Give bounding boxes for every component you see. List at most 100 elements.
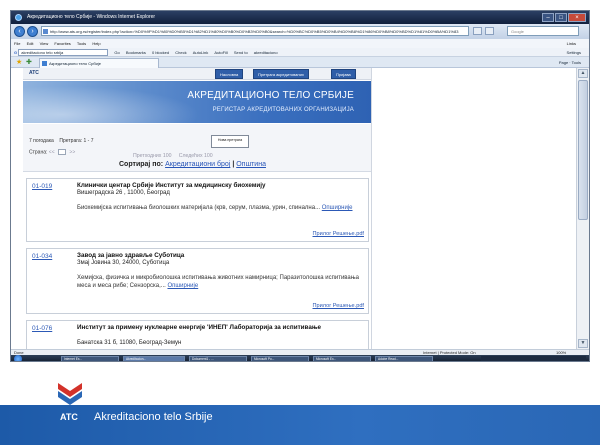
toolbar-blocked[interactable]: 0 blocked: [152, 50, 169, 55]
sort-separator: |: [232, 161, 235, 168]
menu-edit[interactable]: Edit: [27, 41, 34, 46]
window-title: Акредитационо тело Србије - Windows Inte…: [27, 14, 156, 20]
system-tray[interactable]: [481, 356, 586, 361]
next-100-link[interactable]: Следећих 100: [179, 153, 213, 159]
record-name: Клинички центар Србије Институт за медиц…: [77, 182, 266, 189]
tab-current[interactable]: Акредитационо тело Србије: [39, 58, 159, 68]
scroll-thumb[interactable]: [578, 80, 588, 220]
record-attachment-link[interactable]: Прилог Решење.pdf: [313, 303, 364, 309]
menu-bar: File Edit View Favorites Tools Help Link…: [11, 39, 589, 48]
page-label: Страна:: [29, 149, 48, 156]
ie-logo-icon: [15, 14, 22, 21]
page-number-input[interactable]: [58, 149, 67, 155]
add-favorite-icon[interactable]: ✚: [26, 59, 33, 66]
taskbar-item-active[interactable]: Akreditacion...: [123, 356, 185, 361]
site-title: АКРЕДИТАЦИОНО ТЕЛО СРБИЈЕ: [187, 90, 354, 101]
record-name: Завод за јавно здравље Суботица: [77, 252, 185, 259]
taskbar-item[interactable]: Microsoft Ex...: [313, 356, 371, 361]
search-range-label: Претрага: 1 - 7: [59, 138, 94, 144]
toolbar-autolink[interactable]: AutoLink: [193, 50, 209, 55]
toolbar-go[interactable]: Go: [114, 50, 119, 55]
sort-label: Сортирај по:: [119, 161, 164, 168]
taskbar-item[interactable]: Microsoft Po...: [251, 356, 309, 361]
result-record: 01-019 Клинички центар Србије Институт з…: [26, 178, 369, 242]
page-prev-link[interactable]: <<: [49, 149, 55, 155]
scroll-up-icon[interactable]: ▲: [578, 69, 588, 78]
start-button-icon[interactable]: [14, 355, 22, 361]
browser-screenshot: Акредитационо тело Србије - Windows Inte…: [10, 10, 590, 362]
record-description-text: Хемијска, физичка и микробиолошка испити…: [77, 275, 359, 289]
refresh-icon[interactable]: [473, 27, 482, 35]
page-next-link[interactable]: >>: [69, 149, 75, 155]
record-name: Институт за примену нуклеарне енергије '…: [77, 324, 322, 331]
toolbar-sendto[interactable]: Send to: [234, 50, 248, 55]
toolbar-check[interactable]: Check: [175, 50, 186, 55]
record-code-link[interactable]: 01-034: [32, 253, 52, 260]
google-logo: G: [14, 50, 18, 55]
command-bar[interactable]: Page · Tools: [559, 57, 581, 68]
record-attachment-link[interactable]: Прилог Решење.pdf: [313, 231, 364, 237]
footer-org-name: Akreditaciono telo Srbije: [94, 411, 213, 423]
toolbar-autofill[interactable]: AutoFill: [214, 50, 227, 55]
site-logo[interactable]: ATC: [29, 70, 39, 76]
sort-by-number-link[interactable]: Акредитациони број: [165, 161, 230, 168]
record-description: Биохемијска испитивања биолошких материј…: [77, 204, 367, 212]
results-pager: 7 погодака Претрага: 1 - 7 Страна: << >>…: [23, 124, 371, 172]
record-description: Хемијска, физичка и микробиолошка испити…: [77, 274, 367, 290]
back-arrow-icon[interactable]: ‹: [14, 26, 25, 37]
toolbar-highlight[interactable]: akreditaciono: [254, 50, 278, 55]
nav-login[interactable]: Пријава: [331, 69, 356, 79]
toolbar-search-input[interactable]: akreditaciono telo srbija: [18, 49, 109, 56]
menu-favorites[interactable]: Favorites: [54, 41, 70, 46]
taskbar-item[interactable]: Internet Ex...: [61, 356, 119, 361]
prev-100-link[interactable]: Претходних 100: [133, 153, 172, 159]
address-bar: ‹ › http://www.ats.org.rs/register/index…: [11, 24, 589, 39]
forward-arrow-icon[interactable]: ›: [27, 26, 38, 37]
page-selector: Страна: << >>: [29, 149, 75, 155]
scroll-down-icon[interactable]: ▼: [578, 339, 588, 348]
tab-page-icon: [42, 61, 47, 66]
prev-next-links: Претходних 100 Следећих 100: [133, 153, 213, 159]
record-code-link[interactable]: 01-076: [32, 325, 52, 332]
site-topbar: ATC Насловна Претрага акредитованих Приј…: [23, 68, 371, 80]
record-address: Банатска 31 б, 11080, Београд-Земун: [77, 340, 182, 346]
found-label: 7 погодака: [29, 138, 54, 144]
banner-decoration: [23, 81, 223, 123]
toolbar-settings[interactable]: Settings: [567, 48, 581, 56]
maximize-button[interactable]: □: [555, 13, 567, 22]
google-toolbar: G akreditaciono telo srbija Go Bookmarks…: [11, 48, 589, 57]
footer-background: [0, 405, 600, 445]
nav-home[interactable]: Насловна: [215, 69, 244, 79]
new-search-button[interactable]: Нова претрага: [211, 135, 249, 148]
favorites-star-icon[interactable]: ★: [16, 59, 23, 66]
record-code-link[interactable]: 01-019: [32, 183, 52, 190]
record-address: Змај Јовина 30, 24000, Суботица: [77, 260, 170, 266]
tabs-bar: ★ ✚ Акредитационо тело Србије Page · Too…: [11, 57, 589, 68]
sort-controls: Сортирај по: Акредитациони број | Општин…: [119, 161, 266, 168]
toolbar-bookmarks[interactable]: Bookmarks: [126, 50, 146, 55]
menu-view[interactable]: View: [40, 41, 49, 46]
taskbar-item[interactable]: Dokument1 - ...: [189, 356, 247, 361]
window-controls: – □ ×: [542, 13, 586, 22]
menu-help[interactable]: Help: [92, 41, 100, 46]
record-more-link[interactable]: Опширније: [167, 283, 198, 289]
browser-viewport: ATC Насловна Претрага акредитованих Приј…: [11, 68, 589, 349]
tab-label: Акредитационо тело Србије: [49, 61, 101, 66]
record-description-text: Биохемијска испитивања биолошких материј…: [77, 205, 321, 211]
web-search-input[interactable]: Google: [507, 26, 579, 36]
taskbar-item[interactable]: Adobe Read...: [375, 356, 433, 361]
search-placeholder: Google: [511, 29, 524, 34]
minimize-button[interactable]: –: [542, 13, 554, 22]
close-button[interactable]: ×: [568, 13, 586, 22]
record-more-link[interactable]: Опширније: [322, 205, 353, 211]
result-record: 01-076 Институт за примену нуклеарне ене…: [26, 320, 369, 349]
sort-by-city-link[interactable]: Општина: [236, 161, 266, 168]
menu-tools[interactable]: Tools: [77, 41, 86, 46]
vertical-scrollbar[interactable]: ▲ ▼: [576, 68, 589, 349]
menu-file[interactable]: File: [14, 41, 20, 46]
nav-search-accredited[interactable]: Претрага акредитованих: [253, 69, 309, 79]
url-input[interactable]: http://www.ats.org.rs/register/index.php…: [41, 26, 469, 36]
windows-taskbar: Internet Ex... Akreditacion... Dokument1…: [11, 355, 589, 361]
links-label[interactable]: Links: [567, 39, 576, 48]
stop-icon[interactable]: [485, 27, 494, 35]
